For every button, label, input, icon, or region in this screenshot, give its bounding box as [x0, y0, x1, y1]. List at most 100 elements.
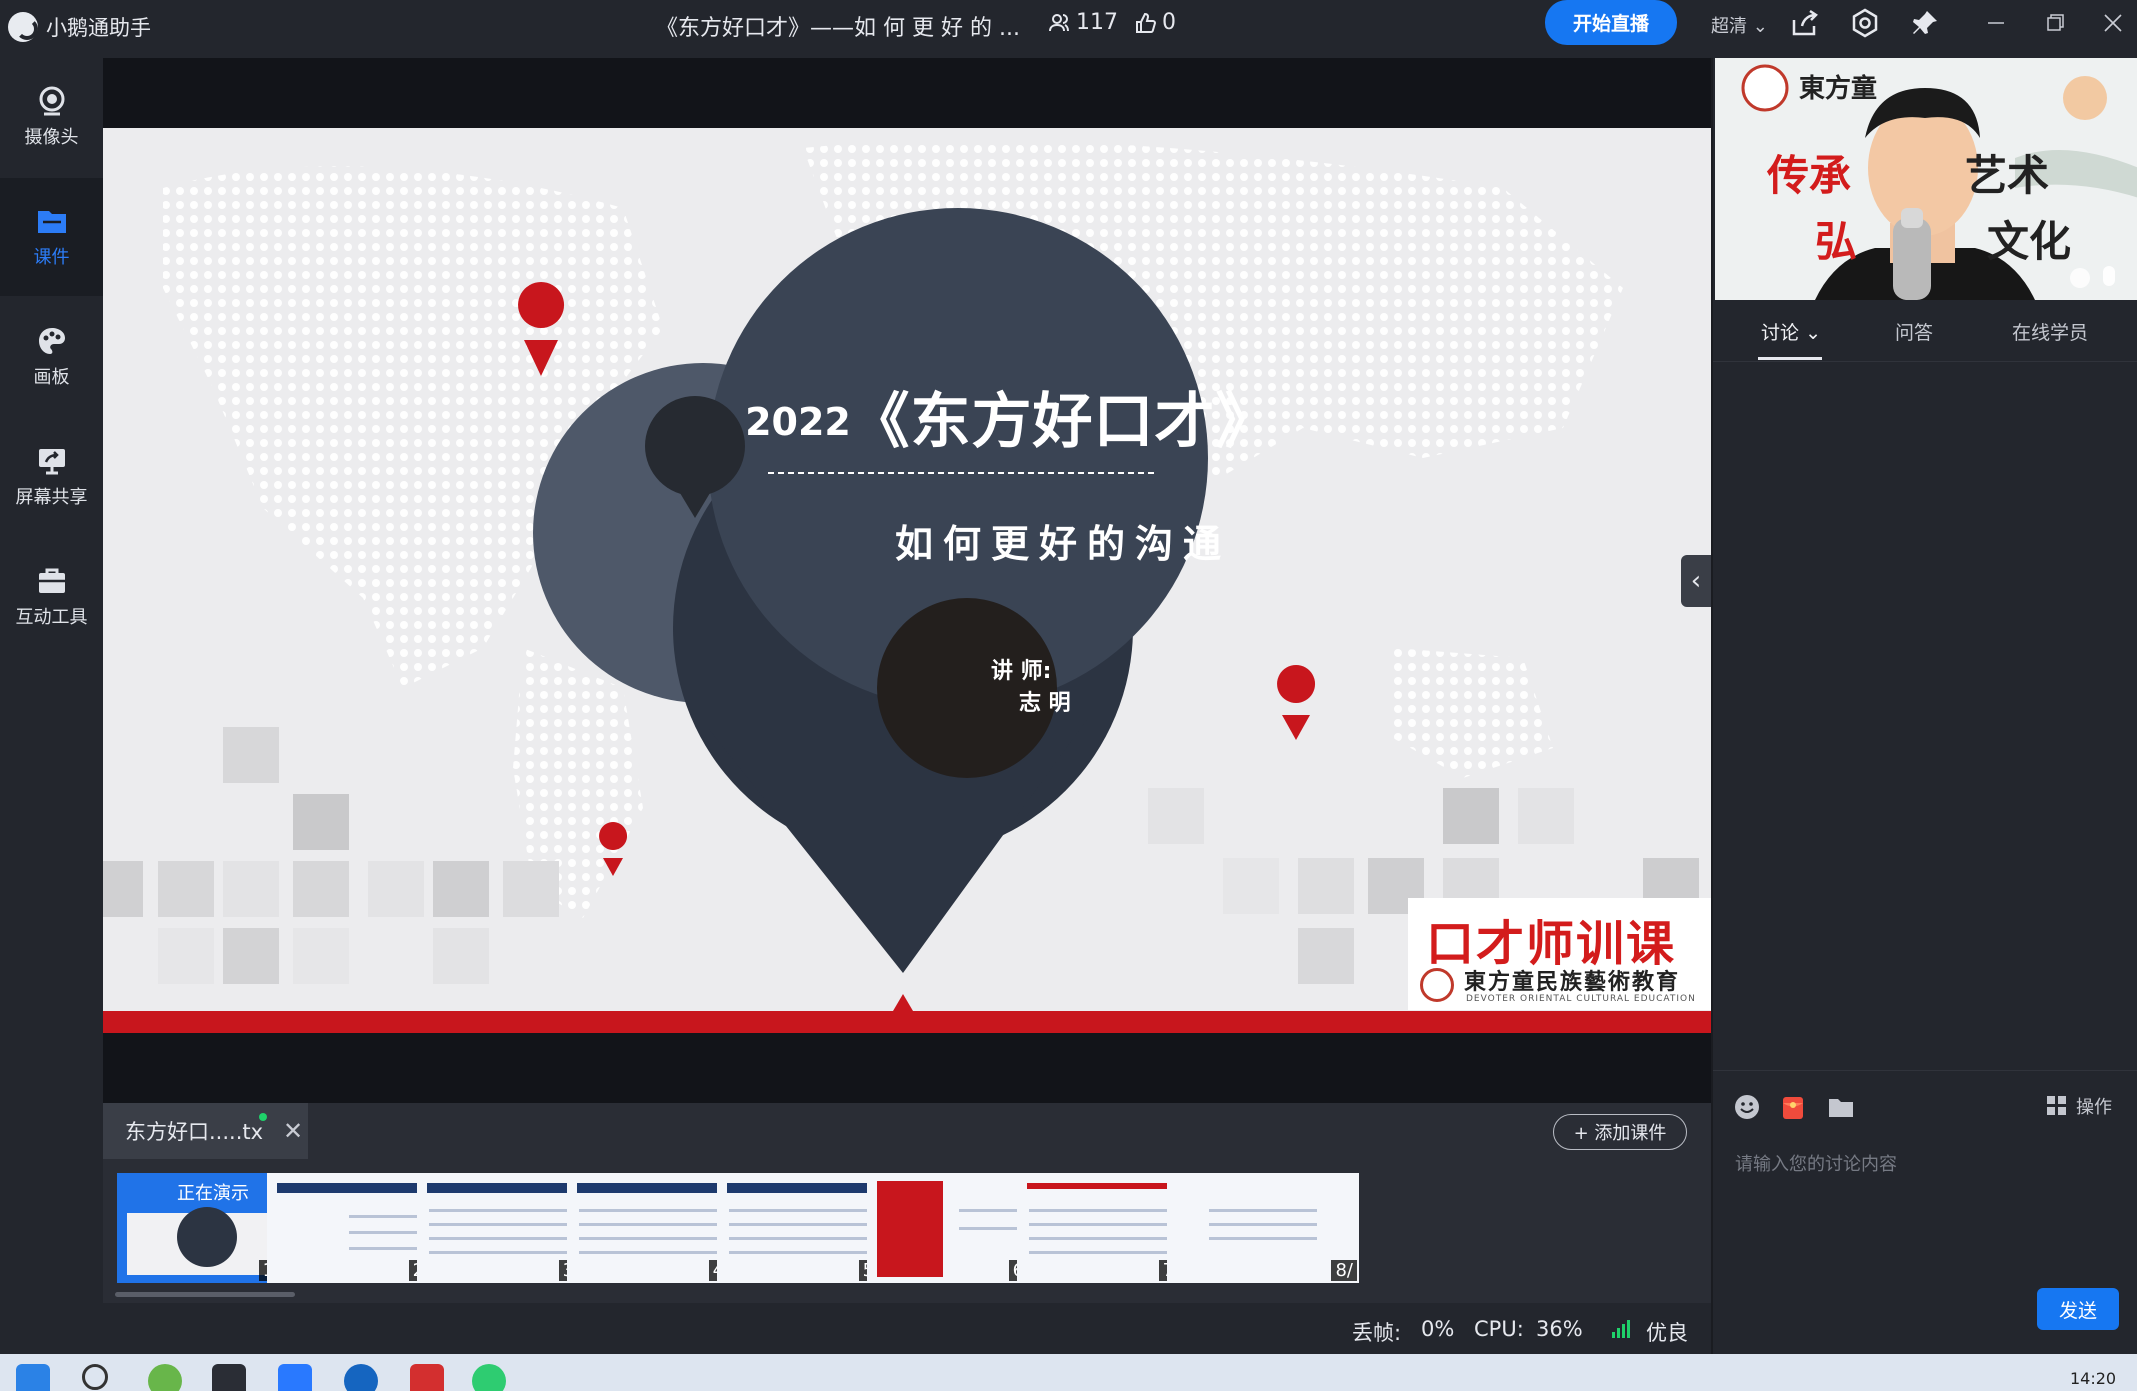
sidebar-item-label: 画板	[33, 367, 70, 388]
camera-toggle-icon[interactable]	[2070, 268, 2090, 288]
drop-frame-label: 丢帧:	[1352, 1321, 1402, 1345]
seal-icon	[1420, 968, 1454, 1002]
app-icon-2[interactable]	[212, 1364, 246, 1391]
quality-value: 超清	[1711, 16, 1747, 37]
send-button[interactable]: 发送	[2037, 1288, 2119, 1330]
sidebar-item-label: 屏幕共享	[15, 487, 88, 508]
sidebar-item-camera[interactable]: 摄像头	[0, 58, 103, 176]
status-bar: 丢帧: 0% CPU: 36% 优良	[103, 1303, 1711, 1354]
drop-frame-value: 0%	[1421, 1317, 1455, 1341]
brand-stamp: 口才师训课 東方童民族藝術教育 DEVOTER ORIENTAL CULTURA…	[1408, 898, 1711, 1010]
close-icon[interactable]	[2093, 6, 2133, 40]
tab-online-students[interactable]: 在线学员	[2012, 318, 2088, 345]
status-dot-icon	[259, 1113, 267, 1121]
video-text-3: 弘	[1815, 217, 1858, 266]
stage-bottom-bar	[103, 1033, 1711, 1103]
palette-icon	[38, 328, 65, 354]
app-name: 小鹅通助手	[46, 16, 151, 40]
app-icon-3[interactable]	[278, 1364, 312, 1391]
viewer-count-value: 117	[1076, 10, 1118, 35]
chat-input[interactable]: 请输入您的讨论内容	[1735, 1150, 1897, 1176]
emoji-icon[interactable]	[1733, 1093, 1761, 1121]
left-sidebar: 摄像头 课件 画板 屏幕共享 互动工具	[0, 58, 103, 1354]
courseware-header: 东方好口.....tx ✕ + 添加课件	[103, 1103, 1711, 1159]
wechat-icon[interactable]	[472, 1364, 506, 1391]
quality-select[interactable]: 超清 ⌄	[1711, 12, 1768, 38]
tab-discussion-label: 讨论	[1761, 322, 1800, 344]
courseware-panel: 东方好口.....tx ✕ + 添加课件 正在演示 1/92 2/92 3/92…	[103, 1103, 1711, 1303]
minimize-icon[interactable]	[1976, 6, 2016, 40]
right-tabs: 讨论 ⌄ 问答 在线学员	[1713, 300, 2137, 362]
settings-icon[interactable]	[1848, 6, 1882, 40]
courseware-tab[interactable]: 东方好口.....tx ✕	[103, 1103, 308, 1159]
add-courseware-button[interactable]: + 添加课件	[1553, 1114, 1687, 1150]
folder-icon	[37, 211, 66, 233]
thumbs-up-icon	[1136, 12, 1156, 33]
signal-icon	[1611, 1319, 1631, 1344]
video-brand-text: 東方童	[1799, 74, 1878, 104]
red-packet-icon[interactable]	[1779, 1093, 1807, 1121]
video-text-2: 艺术	[1965, 151, 2050, 200]
network-quality: 优良	[1646, 1321, 1688, 1345]
app-icon-1[interactable]	[148, 1364, 182, 1391]
chevron-left-icon: ‹	[1690, 566, 1702, 596]
app-icon-4[interactable]	[344, 1364, 378, 1391]
video-text-4: 文化	[1987, 217, 2072, 266]
folder-icon[interactable]	[1827, 1093, 1855, 1121]
cpu-label: CPU:	[1474, 1317, 1524, 1341]
screen-share-icon	[38, 449, 65, 475]
like-count: 0	[1134, 10, 1176, 35]
sidebar-item-label: 摄像头	[24, 127, 79, 148]
tab-discussion[interactable]: 讨论 ⌄	[1761, 318, 1821, 345]
slide-thumbnails: 正在演示 1/92 2/92 3/92 4/92 5/92 6/92 7/92	[115, 1173, 1711, 1283]
os-taskbar: 14:20	[0, 1354, 2137, 1391]
collapse-panel-button[interactable]: ‹	[1681, 555, 1711, 607]
active-tab-indicator	[1758, 357, 1822, 360]
toolbox-icon	[38, 568, 65, 593]
slide-subtitle: 如何更好的沟通	[894, 522, 1231, 566]
close-tab-icon[interactable]: ✕	[283, 1117, 303, 1145]
grid-icon	[2047, 1096, 2066, 1115]
search-icon[interactable]	[82, 1364, 108, 1390]
lecturer-label: 讲 师:	[991, 659, 1052, 684]
sidebar-item-courseware[interactable]: 课件	[0, 178, 103, 296]
chevron-down-icon: ⌄	[1805, 322, 1821, 344]
chevron-down-icon: ⌄	[1752, 16, 1768, 37]
windows-start-icon[interactable]	[16, 1364, 50, 1391]
viewer-count: 117	[1048, 10, 1118, 35]
user-icon	[1049, 13, 1069, 31]
operations-label: 操作	[2076, 1097, 2112, 1118]
tab-qa[interactable]: 问答	[1895, 318, 1933, 345]
thumbnail-scrollbar[interactable]	[115, 1292, 295, 1297]
sidebar-item-label: 互动工具	[15, 607, 88, 628]
stage-top-bar	[103, 58, 1711, 128]
start-live-button[interactable]: 开始直播	[1545, 0, 1677, 45]
taskbar-clock: 14:20	[2070, 1369, 2117, 1388]
sidebar-item-label: 课件	[33, 247, 70, 268]
restore-icon[interactable]	[2035, 6, 2075, 40]
sidebar-item-screen-share[interactable]: 屏幕共享	[0, 418, 103, 536]
camera-preview: 東方童 传承 艺术 弘 文化	[1715, 58, 2137, 300]
presentation-slide: 2022 《东方好口才》 如何更好的沟通 讲 师: 志 明 口才师训课 東方童民…	[103, 128, 1711, 1033]
slide-thumb[interactable]: 8/	[1167, 1173, 1359, 1283]
share-icon[interactable]	[1788, 6, 1822, 40]
pin-icon[interactable]	[1908, 6, 1942, 40]
operations-button[interactable]: 操作	[2046, 1093, 2112, 1119]
lecturer-name: 志 明	[1019, 691, 1071, 716]
sidebar-item-whiteboard[interactable]: 画板	[0, 298, 103, 416]
courseware-tab-label: 东方好口.....tx	[125, 1120, 264, 1144]
stamp-english: DEVOTER ORIENTAL CULTURAL EDUCATION	[1466, 994, 1696, 1004]
camera-icon	[39, 86, 64, 116]
sidebar-item-interactive-tools[interactable]: 互动工具	[0, 538, 103, 656]
slide-title: 《东方好口才》	[849, 387, 1277, 457]
course-title: 《东方好口才》——如 何 更 好 的 ...	[656, 16, 1020, 41]
cpu-value: 36%	[1536, 1317, 1583, 1341]
thumb-number: 8/	[1331, 1260, 1357, 1281]
app-icon-5[interactable]	[410, 1364, 444, 1391]
right-panel: 東方童 传承 艺术 弘 文化 讨论 ⌄ 问答 在线学员 操作 请输入您的讨论内容…	[1711, 58, 2137, 1354]
slide-lecturer: 讲 师: 志 明	[991, 656, 1071, 720]
chat-toolbar: 操作	[1713, 1070, 2137, 1140]
title-bar: 小鹅通助手 《东方好口才》——如 何 更 好 的 ... 117 0 开始直播 …	[0, 0, 2137, 58]
video-text-1: 传承	[1767, 151, 1852, 200]
mic-icon[interactable]	[2103, 266, 2115, 286]
